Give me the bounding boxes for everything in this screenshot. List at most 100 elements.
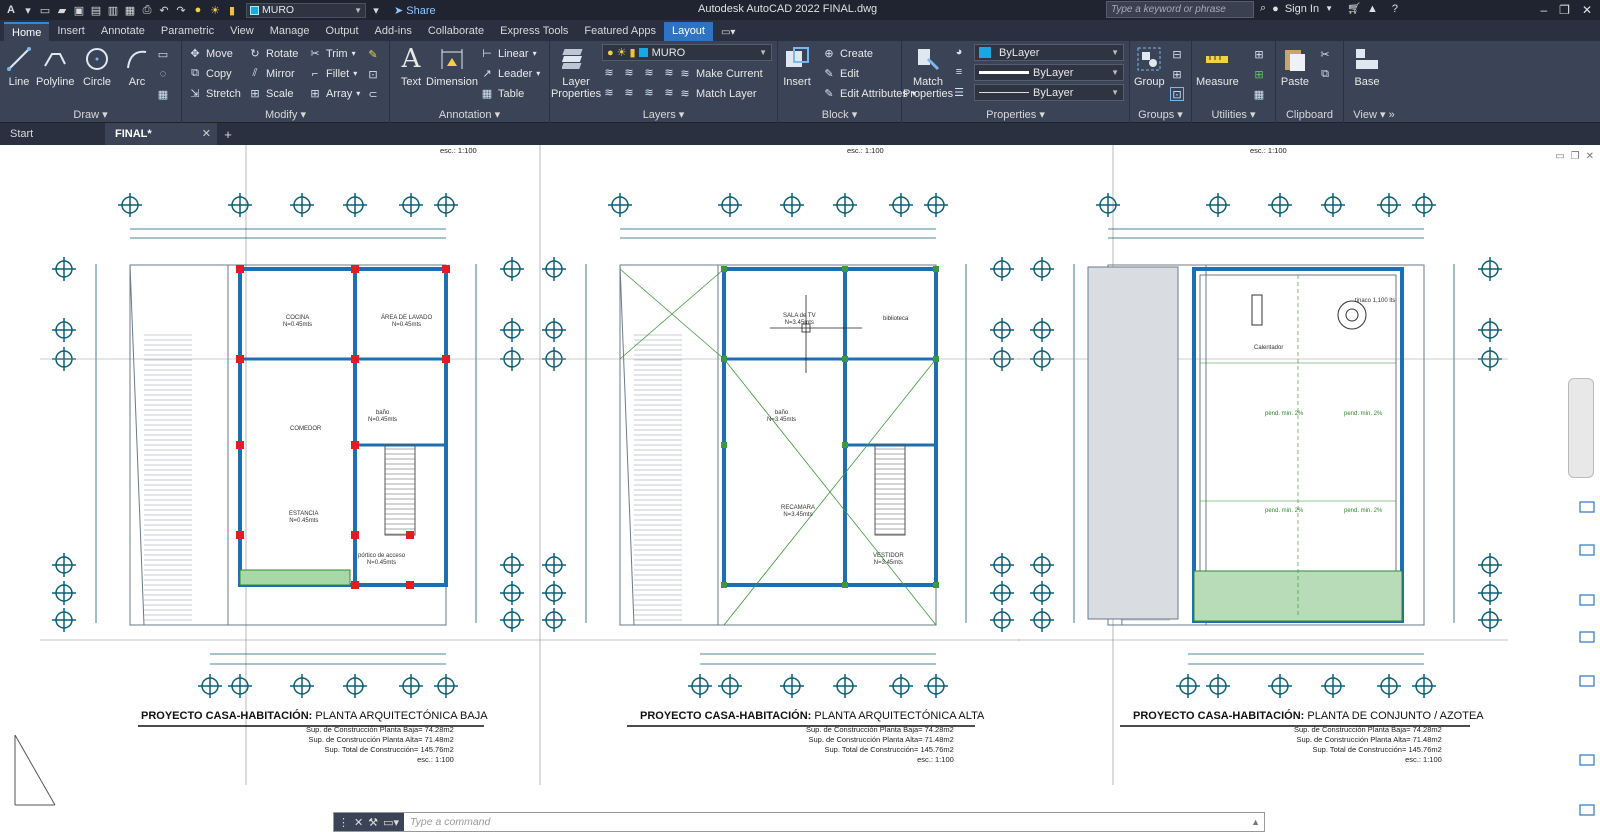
array-button[interactable]: ⊞ Array ▾ [308, 85, 360, 102]
group-edit-icon[interactable]: ⊞ [1170, 67, 1184, 81]
ungroup-icon[interactable]: ⊟ [1170, 47, 1184, 61]
table-button[interactable]: ▦ Table [480, 85, 525, 102]
create-block-button[interactable]: ⊕ Create [822, 45, 873, 62]
tab-collaborate[interactable]: Collaborate [420, 22, 492, 41]
layer-combo[interactable]: ● ☀ ▮ MURO ▼ [602, 44, 772, 61]
lineweight-icon[interactable]: ≡ [952, 65, 966, 79]
search-input[interactable]: Type a keyword or phrase [1106, 1, 1254, 18]
layer-thaw-icon[interactable]: ≋ [642, 85, 656, 99]
panel-title-view[interactable]: View ▾ » [1344, 108, 1404, 121]
calculator-icon[interactable]: ▦ [1252, 87, 1266, 101]
copy-clip-icon[interactable]: ⧉ [1318, 67, 1332, 81]
chevron-up-icon[interactable]: ▲ [1251, 817, 1264, 827]
grip-icon[interactable]: ⋮ [338, 816, 349, 829]
cart-icon[interactable]: 🛒︎ [1347, 2, 1361, 15]
layer-sun-icon[interactable]: ☀ [208, 3, 222, 17]
group-selection-icon[interactable]: ⊡ [1170, 87, 1184, 101]
sign-in-button[interactable]: Sign In [1285, 3, 1319, 15]
circle-button[interactable]: Circle [82, 44, 112, 88]
panel-title-layers[interactable]: Layers ▾ [550, 108, 777, 121]
linetype-icon[interactable]: ☰ [952, 85, 966, 99]
rectangle-icon[interactable]: ▭ [156, 47, 170, 61]
leader-button[interactable]: ↗ Leader ▾ [480, 65, 540, 82]
dimension-button[interactable]: Dimension [426, 44, 478, 88]
quick-select-icon[interactable]: ⊞ [1252, 47, 1266, 61]
restore-icon[interactable]: ❐ [1559, 3, 1570, 17]
panel-title-draw[interactable]: Draw ▾ [0, 108, 181, 121]
color-wheel-icon[interactable]: ◕ [952, 45, 966, 59]
stretch-button[interactable]: ⇲ Stretch [188, 85, 240, 102]
close-tab-icon[interactable]: ✕ [202, 123, 211, 145]
layer-freeze-icon[interactable]: ≋ [642, 65, 656, 79]
trim-button[interactable]: ✂ Trim ▾ [308, 45, 355, 62]
panel-title-utilities[interactable]: Utilities ▾ [1192, 108, 1275, 121]
ribbon-options-icon[interactable]: ▭▾ [720, 25, 741, 39]
open-web-icon[interactable]: ▥ [106, 3, 120, 17]
tab-view[interactable]: View [222, 22, 262, 41]
user-icon[interactable]: ● [1272, 3, 1279, 15]
match-layer-button[interactable]: ≋ Match Layer [678, 85, 756, 102]
plot-icon[interactable]: ⎙ [140, 3, 154, 17]
copy-button[interactable]: ⧉ Copy [188, 65, 232, 82]
navigation-bar[interactable] [1568, 378, 1594, 478]
group-button[interactable]: Group [1134, 44, 1165, 88]
tab-annotate[interactable]: Annotate [93, 22, 153, 41]
layer-unisolate-icon[interactable]: ≋ [622, 85, 636, 99]
layer-dropdown[interactable]: MURO ▼ [246, 2, 366, 18]
tab-parametric[interactable]: Parametric [153, 22, 222, 41]
match-properties-button[interactable]: Match Properties [903, 44, 953, 100]
linear-button[interactable]: ⊢ Linear ▾ [480, 45, 536, 62]
lineweight-combo[interactable]: ByLayer ▼ [974, 64, 1124, 81]
panel-title-annotation[interactable]: Annotation ▾ [390, 108, 549, 121]
panel-title-properties[interactable]: Properties ▾ [902, 108, 1129, 121]
tab-express-tools[interactable]: Express Tools [492, 22, 576, 41]
tab-add-ins[interactable]: Add-ins [367, 22, 420, 41]
tab-output[interactable]: Output [318, 22, 367, 41]
close-icon[interactable]: ✕ [1582, 3, 1592, 17]
drawing-canvas[interactable]: ▭ ❐ ✕ esc.: 1:100 esc.: 1:100 esc.: 1:10… [0, 145, 1600, 832]
explode-icon[interactable]: ⊡ [366, 67, 380, 81]
tab-home[interactable]: Home [4, 22, 50, 41]
autocad-logo-icon[interactable]: A [4, 3, 18, 17]
tab-insert[interactable]: Insert [49, 22, 93, 41]
file-tab-start[interactable]: Start [0, 123, 105, 145]
tab-featured-apps[interactable]: Featured Apps [576, 22, 664, 41]
command-input[interactable]: Type a command [404, 816, 490, 828]
line-button[interactable]: Line [4, 44, 34, 88]
erase-icon[interactable]: ✎ [366, 47, 380, 61]
share-button[interactable]: ➤ Share [394, 4, 436, 17]
recent-commands-icon[interactable]: ▭▾ [383, 816, 399, 829]
open-folder-icon[interactable]: ▰ [55, 3, 69, 17]
panel-title-modify[interactable]: Modify ▾ [182, 108, 389, 121]
save-web-icon[interactable]: ▦ [123, 3, 137, 17]
linetype-combo[interactable]: ByLayer ▼ [974, 84, 1124, 101]
command-line[interactable]: ⋮ ✕ ⚒ ▭▾ Type a command ▲ [333, 812, 1265, 832]
file-tab-final[interactable]: FINAL* ✕ [105, 123, 217, 145]
undo-icon[interactable]: ↶ [157, 3, 171, 17]
new-tab-icon[interactable]: + [217, 127, 239, 142]
help-icon[interactable]: ? [1392, 3, 1398, 15]
rotate-button[interactable]: ↻ Rotate [248, 45, 298, 62]
scale-button[interactable]: ⊞ Scale [248, 85, 293, 102]
autodesk-a360-icon[interactable]: ▲ [1367, 3, 1378, 15]
text-button[interactable]: A Text [396, 44, 426, 88]
polyline-button[interactable]: Polyline [36, 44, 75, 88]
minimize-viewport-icon[interactable]: ▭ [1555, 151, 1564, 162]
save-icon[interactable]: ▣ [72, 3, 86, 17]
measure-button[interactable]: Measure [1196, 44, 1239, 88]
restore-viewport-icon[interactable]: ❐ [1571, 151, 1580, 162]
gradient-icon[interactable]: ▦ [156, 87, 170, 101]
make-current-button[interactable]: ≋ Make Current [678, 65, 762, 82]
insert-button[interactable]: Insert [782, 44, 812, 88]
customize-qat-icon[interactable]: ▾ [369, 3, 383, 17]
tab-layout[interactable]: Layout [663, 22, 713, 41]
save-as-icon[interactable]: ▤ [89, 3, 103, 17]
arc-button[interactable]: Arc [122, 44, 152, 88]
wrench-icon[interactable]: ⚒ [368, 816, 378, 829]
layer-properties-button[interactable]: Layer Properties [551, 44, 601, 100]
select-all-icon[interactable]: ⊞ [1252, 67, 1266, 81]
hatch-icon[interactable]: ◌ [156, 67, 170, 81]
fillet-button[interactable]: ⌐ Fillet ▾ [308, 65, 357, 82]
search-icon[interactable]: ⌕ [1260, 2, 1266, 15]
redo-icon[interactable]: ↷ [174, 3, 188, 17]
